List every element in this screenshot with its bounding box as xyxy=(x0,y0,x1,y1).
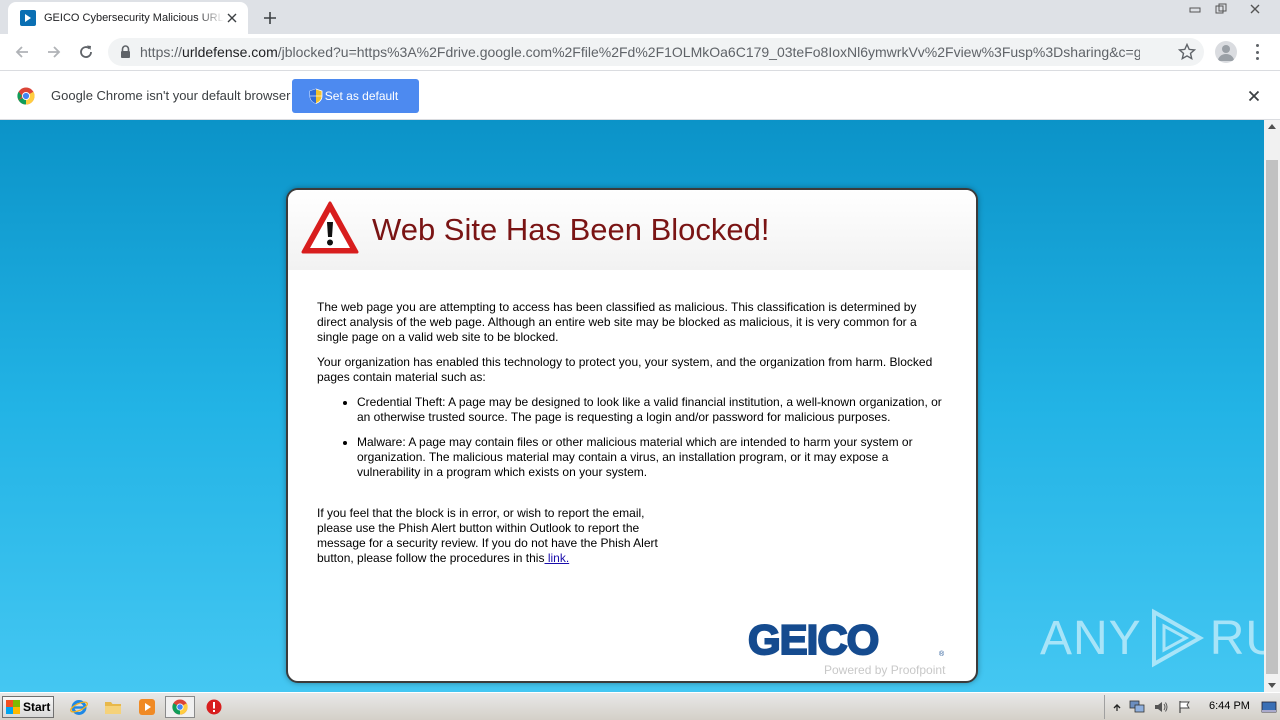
file-explorer-icon[interactable] xyxy=(102,697,124,717)
geico-logo-text: GEICO xyxy=(748,620,878,660)
windows-logo-icon xyxy=(6,700,20,714)
report-error-paragraph: If you feel that the block is in error, … xyxy=(317,506,677,566)
card-header: Web Site Has Been Blocked! xyxy=(288,190,976,270)
forward-arrow-icon[interactable] xyxy=(44,42,64,62)
url-host: urldefense.com xyxy=(182,44,278,60)
list-item: Malware: A page may contain files or oth… xyxy=(357,435,947,480)
tab-title: GEICO Cybersecurity Malicious URL Protec… xyxy=(44,12,224,24)
report-error-text: If you feel that the block is in error, … xyxy=(317,506,658,565)
watermark-right: RUN xyxy=(1209,611,1264,665)
scroll-up-arrow-icon[interactable] xyxy=(1268,124,1276,129)
page-title: Web Site Has Been Blocked! xyxy=(372,212,770,247)
threat-list: Credential Theft: A page may be designed… xyxy=(317,395,947,480)
url-text[interactable]: https://urldefense.com/jblocked?u=https%… xyxy=(140,44,1140,60)
infobar-close-icon[interactable] xyxy=(1248,89,1260,107)
volume-icon[interactable] xyxy=(1153,699,1169,715)
reload-icon[interactable] xyxy=(76,42,96,62)
chrome-logo-icon xyxy=(17,87,35,110)
infobar-message: Google Chrome isn't your default browser xyxy=(51,88,291,103)
play-triangle-icon xyxy=(1151,608,1204,668)
start-label: Start xyxy=(23,700,51,714)
media-player-icon[interactable] xyxy=(136,697,158,717)
vertical-scrollbar[interactable] xyxy=(1264,120,1280,692)
page-viewport: Web Site Has Been Blocked! The web page … xyxy=(0,120,1264,692)
window-minimize-icon[interactable] xyxy=(1183,0,1207,18)
internet-explorer-icon[interactable] xyxy=(68,697,90,717)
block-notice-card: Web Site Has Been Blocked! The web page … xyxy=(286,188,978,683)
stop-sign-icon[interactable] xyxy=(203,697,225,717)
window-restore-icon[interactable] xyxy=(1209,0,1233,18)
watermark-left: ANY xyxy=(1040,611,1142,665)
default-browser-infobar: Google Chrome isn't your default browser… xyxy=(0,70,1280,120)
tab-close-icon[interactable] xyxy=(224,10,240,26)
new-tab-icon[interactable] xyxy=(260,8,280,28)
windows-taskbar: Start 6:44 PM xyxy=(0,692,1280,720)
set-as-default-label: Set as default xyxy=(324,89,399,103)
network-icon[interactable] xyxy=(1129,699,1145,715)
list-item: Credential Theft: A page may be designed… xyxy=(357,395,947,425)
uac-shield-icon xyxy=(309,88,323,107)
warning-triangle-icon xyxy=(300,200,360,261)
procedures-link[interactable]: link. xyxy=(544,551,569,565)
menu-kebab-icon[interactable] xyxy=(1254,44,1260,60)
svg-text:®: ® xyxy=(939,650,945,658)
url-prefix: https:// xyxy=(140,44,183,60)
clock-time: 6:44 PM xyxy=(1209,700,1250,712)
proofpoint-favicon-icon xyxy=(20,10,36,26)
explanation-paragraph: The web page you are attempting to acces… xyxy=(317,300,917,344)
action-center-flag-icon[interactable] xyxy=(1177,699,1193,715)
lock-icon[interactable] xyxy=(120,45,131,64)
geico-logo: GEICO ® xyxy=(748,620,945,660)
system-tray xyxy=(1104,695,1280,719)
powered-by-text: Powered by Proofpoint xyxy=(824,663,946,677)
taskbar-chrome-icon[interactable] xyxy=(165,696,195,718)
show-hidden-icons-chevron-icon[interactable] xyxy=(1109,699,1125,715)
address-bar[interactable]: https://urldefense.com/jblocked?u=https%… xyxy=(108,38,1204,66)
browser-toolbar: https://urldefense.com/jblocked?u=https%… xyxy=(0,34,1280,70)
window-close-icon[interactable] xyxy=(1238,0,1272,18)
tab-active[interactable]: GEICO Cybersecurity Malicious URL Protec… xyxy=(8,2,248,34)
card-body: The web page you are attempting to acces… xyxy=(317,300,947,576)
scroll-down-arrow-icon[interactable] xyxy=(1268,683,1276,688)
scroll-thumb[interactable] xyxy=(1266,160,1278,674)
start-button[interactable]: Start xyxy=(2,696,54,718)
show-desktop-icon[interactable] xyxy=(1261,699,1277,715)
anyrun-watermark: ANY RUN xyxy=(1040,608,1264,668)
set-as-default-button[interactable]: Set as default xyxy=(292,79,419,113)
back-arrow-icon[interactable] xyxy=(12,42,32,62)
url-rest: /jblocked?u=https%3A%2Fdrive.google.com%… xyxy=(277,44,1140,60)
organization-paragraph: Your organization has enabled this techn… xyxy=(317,355,933,384)
bookmark-star-icon[interactable] xyxy=(1177,42,1197,66)
profile-avatar-icon[interactable] xyxy=(1215,41,1237,63)
tab-strip: GEICO Cybersecurity Malicious URL Protec… xyxy=(0,0,1280,34)
